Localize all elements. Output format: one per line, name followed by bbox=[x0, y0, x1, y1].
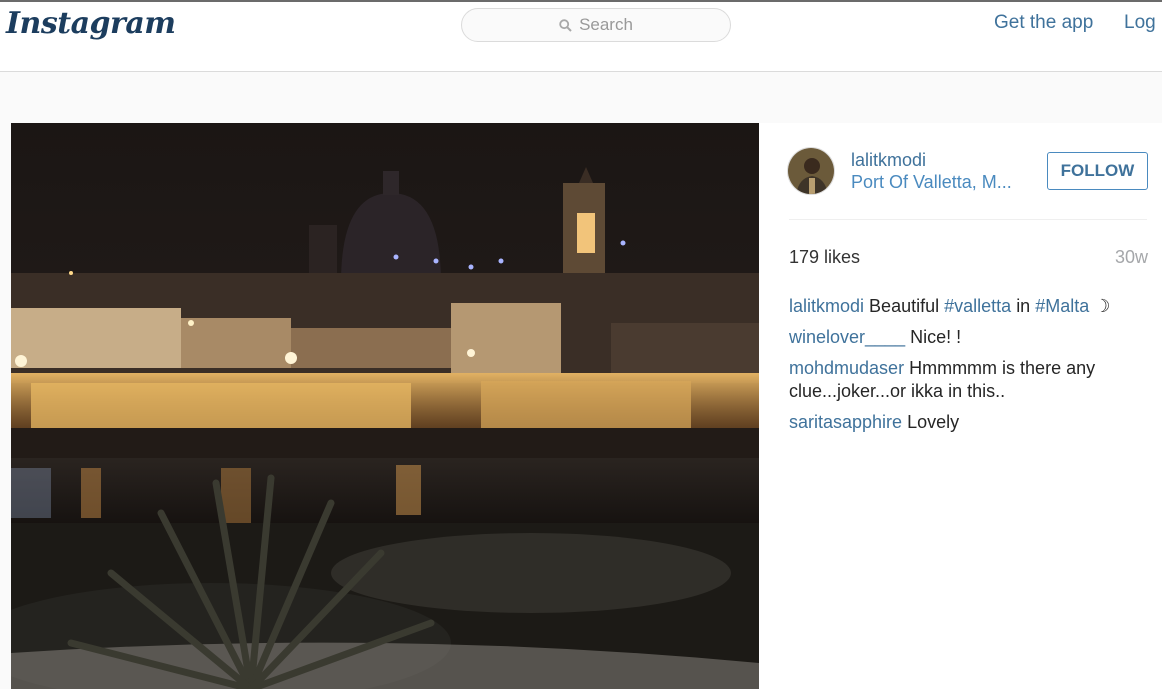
comment-username[interactable]: winelover____ bbox=[789, 327, 905, 347]
get-the-app-link[interactable]: Get the app bbox=[994, 12, 1093, 34]
search-placeholder: Search bbox=[579, 15, 633, 34]
comment-item: winelover____ Nice! ! bbox=[789, 326, 1134, 349]
night-city-photo bbox=[11, 123, 759, 689]
divider bbox=[789, 219, 1147, 220]
comment-text: Lovely bbox=[907, 412, 960, 432]
profile-photo bbox=[788, 148, 834, 194]
post-age[interactable]: 30w bbox=[1115, 247, 1148, 268]
post-username[interactable]: lalitkmodi bbox=[851, 150, 926, 171]
post-location[interactable]: Port Of Valletta, M... bbox=[851, 172, 1012, 193]
comment-username[interactable]: lalitkmodi bbox=[789, 296, 864, 316]
comments-list: lalitkmodi Beautiful #valletta in #Malta… bbox=[789, 295, 1134, 442]
caption: lalitkmodi Beautiful #valletta in #Malta… bbox=[789, 295, 1134, 318]
hashtag-malta[interactable]: #Malta bbox=[1035, 296, 1089, 316]
comment-item: mohdmudaser Hmmmmm is there any clue...j… bbox=[789, 357, 1134, 403]
follow-button[interactable]: FOLLOW bbox=[1047, 152, 1148, 190]
comment-username[interactable]: saritasapphire bbox=[789, 412, 902, 432]
comment-text: Nice! ! bbox=[910, 327, 962, 347]
search-box[interactable]: Search bbox=[461, 8, 731, 42]
post-details-panel: lalitkmodi Port Of Valletta, M... FOLLOW… bbox=[759, 123, 1162, 689]
login-link[interactable]: Log bbox=[1124, 12, 1156, 34]
search-icon bbox=[559, 18, 572, 32]
hashtag-valletta[interactable]: #valletta bbox=[944, 296, 1011, 316]
moon-emoji-icon: ☽ bbox=[1094, 296, 1111, 316]
top-navigation-bar: Instagram Search Get the app Log bbox=[0, 2, 1162, 72]
instagram-logo[interactable]: Instagram bbox=[6, 6, 176, 41]
avatar[interactable] bbox=[787, 147, 835, 195]
post-photo[interactable] bbox=[11, 123, 759, 689]
comment-item: saritasapphire Lovely bbox=[789, 411, 1134, 434]
comment-username[interactable]: mohdmudaser bbox=[789, 358, 904, 378]
likes-count[interactable]: 179 likes bbox=[789, 247, 860, 268]
caption-text: in bbox=[1016, 296, 1031, 316]
caption-text: Beautiful bbox=[869, 296, 940, 316]
